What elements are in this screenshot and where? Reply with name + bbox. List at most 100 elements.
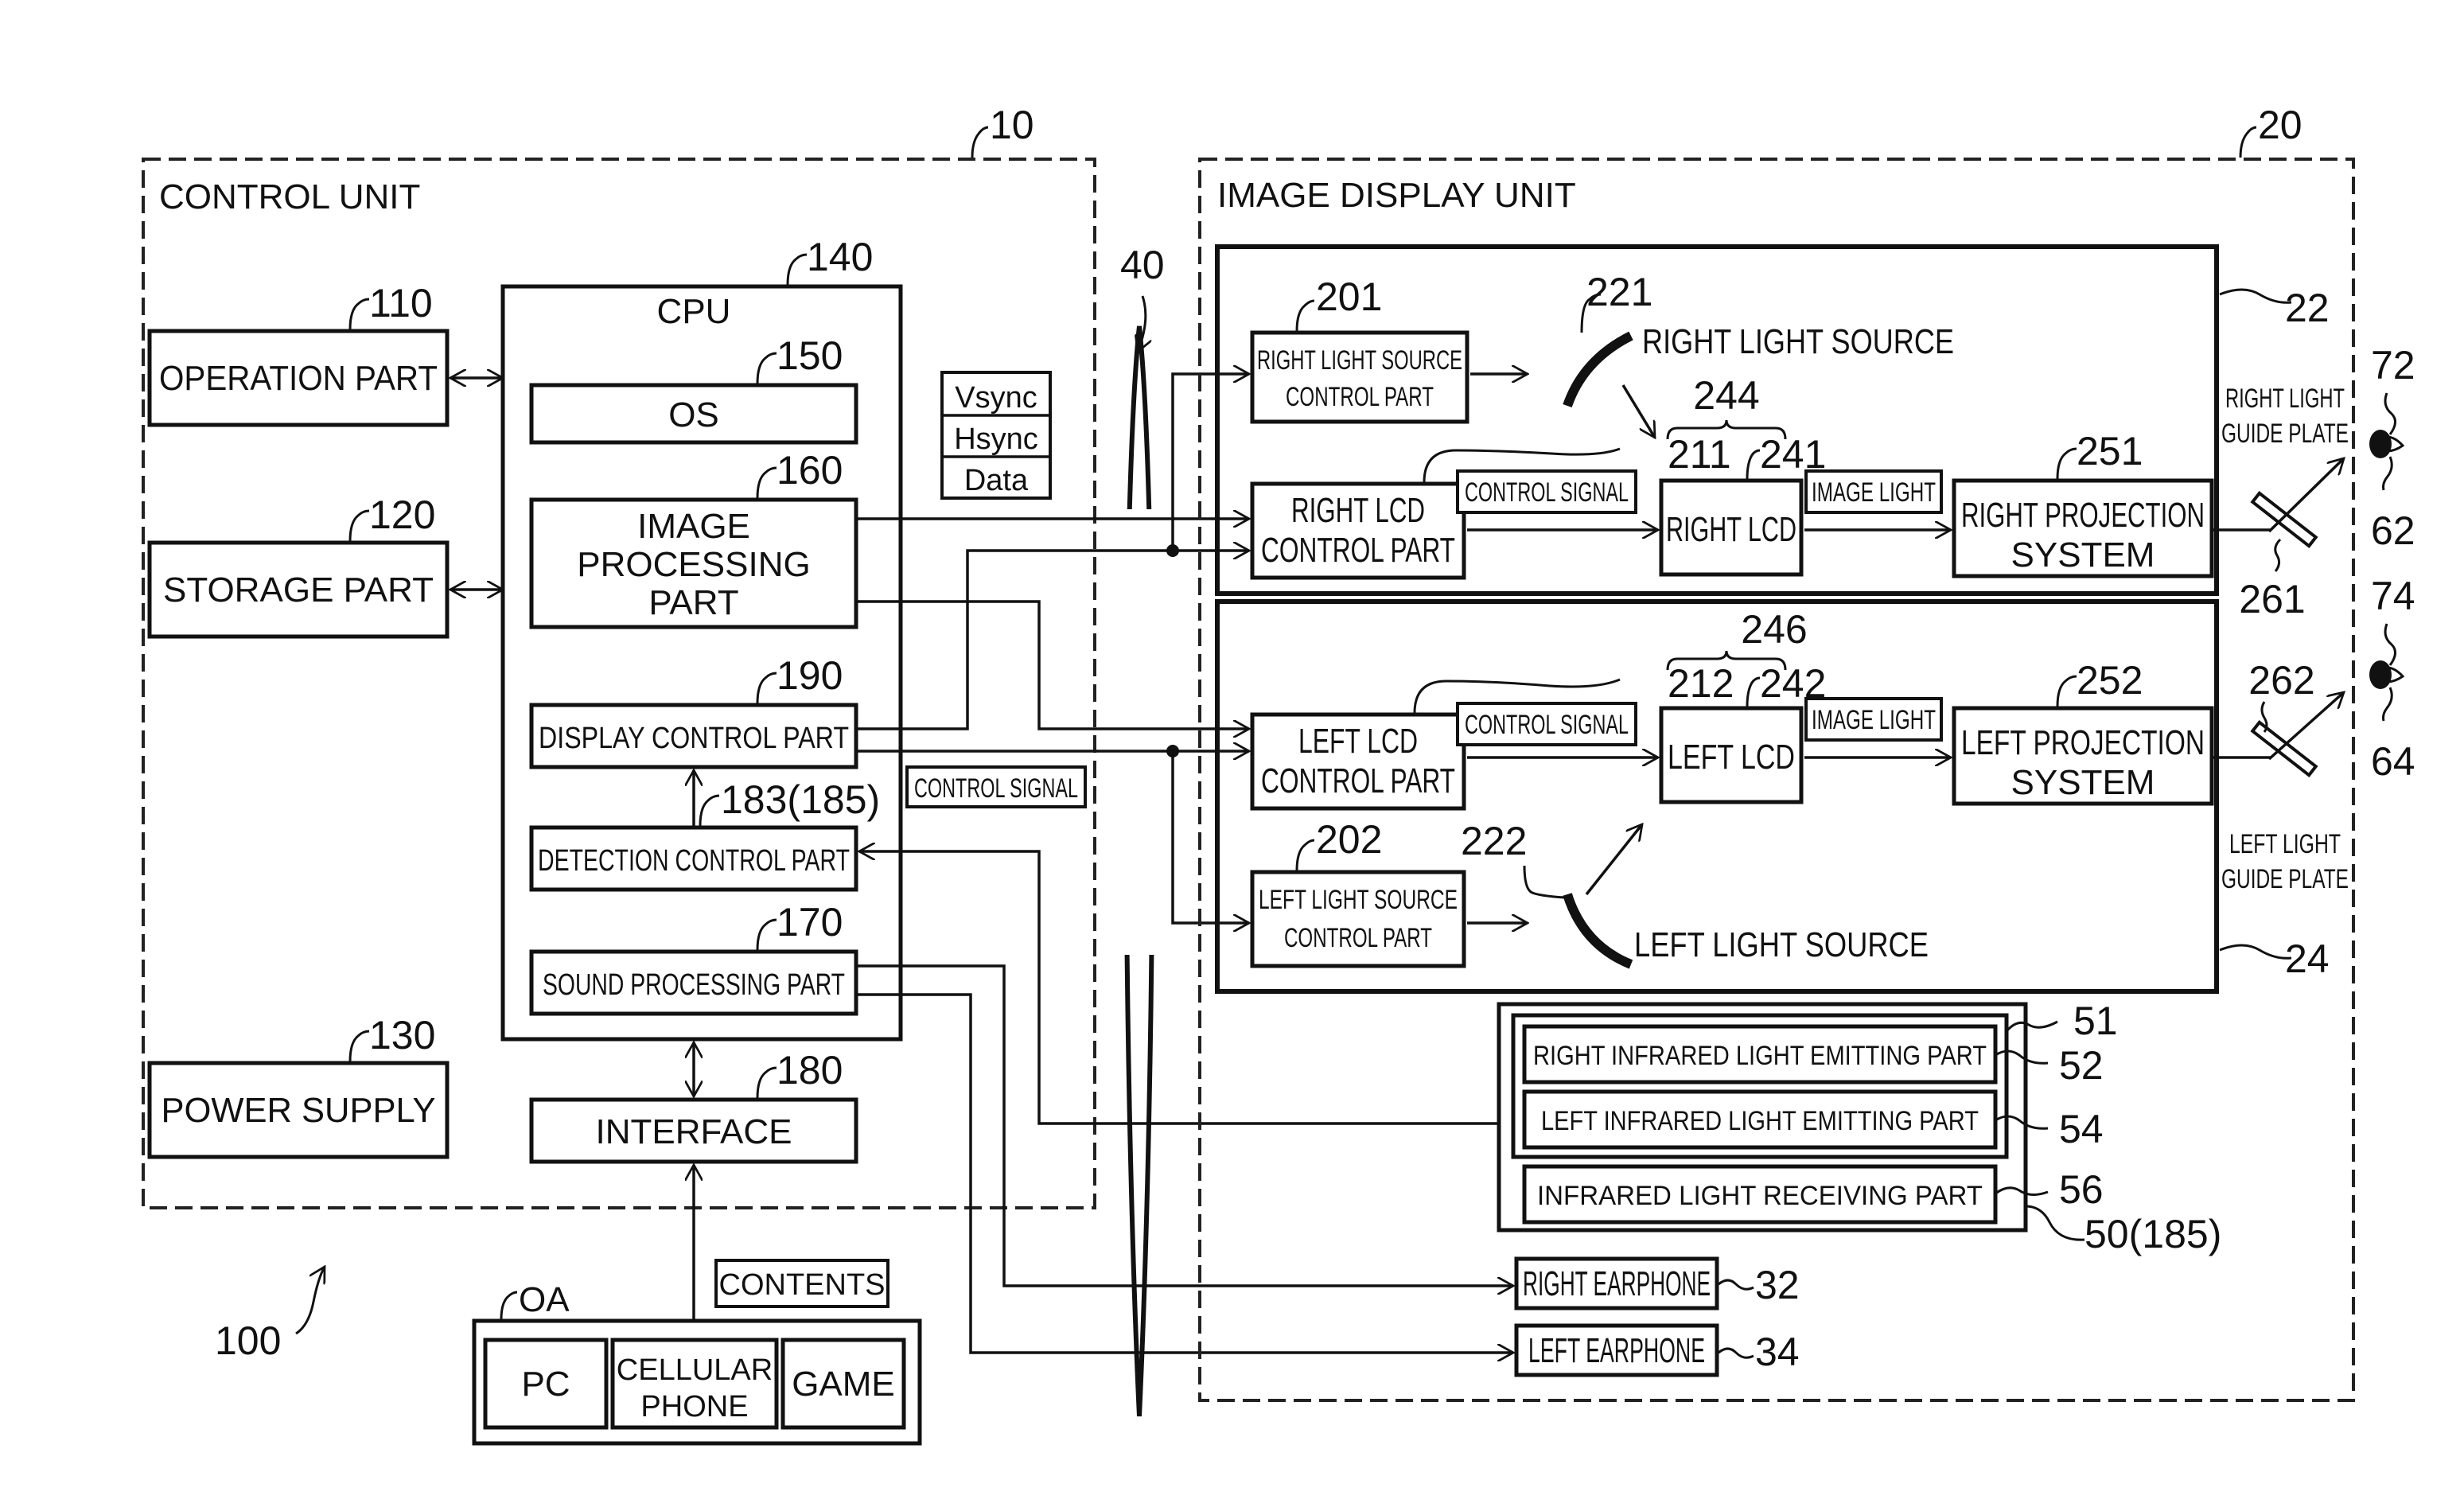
ref-leader: [1295, 839, 1315, 871]
right-lcd-control-line2: CONTROL PART: [1261, 531, 1455, 570]
ref-leader: [348, 298, 370, 330]
right-infrared-emitter-ref: 52: [2059, 1043, 2104, 1088]
right-projection-line1: RIGHT PROJECTION: [1961, 496, 2205, 535]
image-processing-line1: IMAGE: [637, 507, 750, 546]
right-light-source-control-line1: RIGHT LIGHT SOURCE: [1257, 345, 1462, 376]
right-pupil-ref: 72: [2371, 343, 2415, 387]
left-light-source-icon: [1563, 893, 1633, 969]
os-ref: 150: [777, 333, 843, 378]
image-processing-ref: 160: [777, 448, 843, 493]
infrared-receiver-label: INFRARED LIGHT RECEIVING PART: [1537, 1181, 1983, 1211]
sound-processing-label: SOUND PROCESSING PART: [543, 968, 845, 1002]
infrared-receiver-ref: 56: [2059, 1167, 2104, 1212]
image-display-unit: IMAGE DISPLAY UNIT 20 22 RIGHT LIGHT SOU…: [1198, 103, 2355, 1402]
right-projection-ref: 251: [2077, 429, 2143, 473]
left-earphone-label: LEFT EARPHONE: [1528, 1331, 1705, 1370]
ref-leader: [2384, 623, 2396, 666]
ref-leader: [971, 126, 989, 158]
operation-part-ref: 110: [369, 281, 433, 325]
ref-leader: [1718, 1347, 1754, 1359]
cable-ref: 40: [1120, 243, 1165, 287]
detection-control-label: DETECTION CONTROL PART: [538, 844, 850, 878]
left-eye: 74 64: [2369, 574, 2415, 784]
wire: [1171, 751, 1249, 923]
signal-table: Vsync Hsync Data: [940, 371, 1052, 500]
system-ref: 100: [215, 1318, 281, 1363]
right-infrared-emitter-label: RIGHT INFRARED LIGHT EMITTING PART: [1533, 1041, 1987, 1071]
left-guide-plate-line2: GUIDE PLATE: [2221, 864, 2349, 894]
ref-leader: [500, 1291, 518, 1320]
signal-hsync: Hsync: [954, 423, 1038, 456]
right-light-source-label: RIGHT LIGHT SOURCE: [1642, 322, 1954, 361]
device-game-label: GAME: [792, 1365, 895, 1404]
device-cellular-line1: CELLULAR: [617, 1353, 773, 1387]
right-lcd-label: RIGHT LCD: [1666, 510, 1796, 549]
right-earphone-ref: 32: [1755, 1263, 1800, 1307]
left-light-source-control-line2: CONTROL PART: [1284, 923, 1432, 953]
left-projection-line1: LEFT PROJECTION: [1961, 723, 2205, 762]
left-display-ref: 24: [2285, 937, 2330, 981]
power-supply-ref: 130: [369, 1013, 435, 1057]
right-eye: 72 62: [2369, 343, 2415, 553]
right-image-light-tag-label: IMAGE LIGHT: [1812, 477, 1936, 508]
left-eye-ref: 64: [2371, 739, 2415, 784]
system-ref-arrow: [295, 1267, 325, 1335]
image-display-unit-title: IMAGE DISPLAY UNIT: [1217, 176, 1576, 215]
storage-part-label: STORAGE PART: [163, 571, 434, 609]
left-guide-plate-line1: LEFT LIGHT: [2229, 829, 2341, 859]
right-guide-plate-line1: RIGHT LIGHT: [2225, 384, 2345, 414]
right-display-ref: 22: [2285, 286, 2330, 330]
right-light-source-control-ref: 201: [1316, 275, 1382, 319]
left-light-source-ref: 222: [1461, 819, 1527, 863]
right-light-source-icon: [1563, 331, 1633, 408]
left-lcd-label: LEFT LCD: [1668, 738, 1795, 777]
contents-tag-label: CONTENTS: [719, 1268, 886, 1302]
right-guide-plate-mirror: [2250, 490, 2318, 549]
left-projection-ref: 252: [2077, 658, 2143, 703]
control-unit-ref: 10: [990, 103, 1034, 147]
left-display-drive: 24 246 LEFT LCD CONTROL PART 212 CONTROL…: [1215, 599, 2330, 994]
left-infrared-emitter-ref: 54: [2059, 1107, 2104, 1151]
left-image-light-tag-label: IMAGE LIGHT: [1812, 705, 1936, 735]
wire: [1171, 374, 1249, 551]
left-group-ref: 246: [1741, 607, 1807, 652]
ref-leader: [2056, 447, 2077, 480]
right-control-signal-tag-label: CONTROL SIGNAL: [1465, 477, 1629, 508]
ref-leader: [2382, 687, 2393, 722]
ref-leader: [2219, 944, 2292, 960]
left-lcd-control-line1: LEFT LCD: [1298, 722, 1418, 761]
ref-leader: [2382, 456, 2393, 491]
left-guide-plate-mirror: [2250, 719, 2318, 778]
right-display-drive: 22 RIGHT LIGHT SOURCE CONTROL PART 201 R…: [1215, 244, 2330, 596]
control-unit: CONTROL UNIT 10 OPERATION PART 110 STORA…: [142, 103, 1096, 1209]
ref-leader: [348, 1030, 370, 1062]
signal-data: Data: [964, 464, 1029, 497]
left-lcd-control-line2: CONTROL PART: [1261, 761, 1455, 800]
infrared-unit: RIGHT INFRARED LIGHT EMITTING PART LEFT …: [1497, 999, 2221, 1256]
image-processing-line3: PART: [648, 583, 738, 622]
ref-leader: [1718, 1279, 1754, 1291]
ref-leader: [756, 1066, 777, 1099]
device-cellular-line2: PHONE: [640, 1390, 748, 1423]
image-display-unit-ref: 20: [2258, 103, 2302, 147]
os-label: OS: [668, 395, 719, 434]
right-guide-plate: RIGHT LIGHT GUIDE PLATE 261: [2212, 384, 2349, 621]
left-pupil-ref: 74: [2371, 574, 2415, 618]
image-processing-line2: PROCESSING: [577, 545, 810, 584]
ref-leader: [348, 509, 370, 542]
control-signal-tag-label: CONTROL SIGNAL: [914, 773, 1078, 804]
cpu-label: CPU: [657, 292, 731, 331]
ref-leader: [1746, 449, 1761, 480]
right-projection-line2: SYSTEM: [2011, 535, 2155, 574]
left-lcd-control-ref: 212: [1668, 661, 1734, 706]
external-devices-ref: OA: [519, 1280, 570, 1319]
control-unit-title: CONTROL UNIT: [159, 177, 420, 216]
right-lcd-control-line1: RIGHT LCD: [1291, 491, 1425, 530]
right-light-source-ref: 221: [1586, 270, 1652, 314]
right-group-ref: 244: [1693, 373, 1759, 418]
ref-leader: [2239, 126, 2257, 158]
light-path-arrow: [2267, 458, 2344, 533]
ref-leader: [1295, 299, 1315, 332]
interface-label: INTERFACE: [596, 1112, 792, 1151]
sound-processing-ref: 170: [777, 900, 843, 944]
